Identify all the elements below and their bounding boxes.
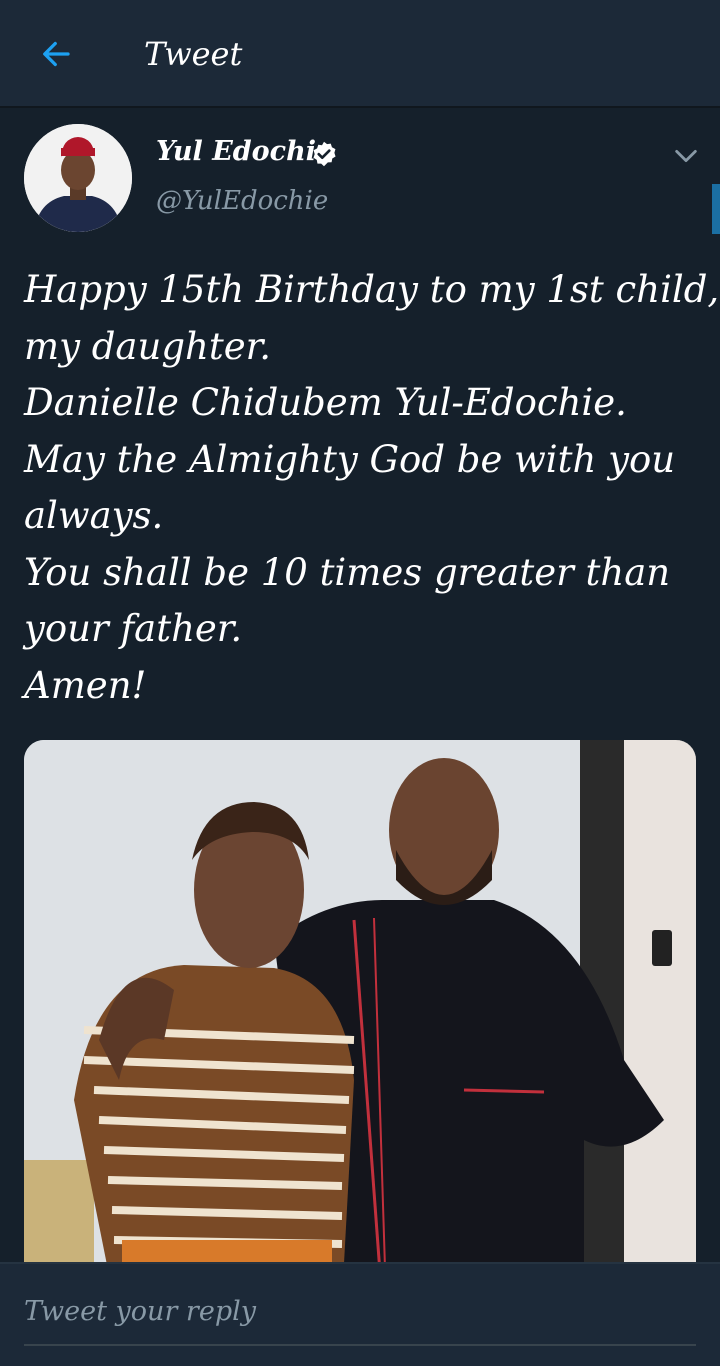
tweet-text: Happy 15th Birthday to my 1st child, my … bbox=[24, 262, 720, 714]
tweet-text-line: May the Almighty God be with you bbox=[24, 437, 676, 481]
reply-input[interactable]: Tweet your reply bbox=[24, 1284, 696, 1340]
tweet-text-line: Danielle Chidubem Yul-Edochie. bbox=[24, 381, 627, 424]
tweet-text-line: always. bbox=[24, 494, 164, 537]
author-handle[interactable]: @YulEdochie bbox=[156, 186, 328, 216]
tweet-photo[interactable] bbox=[24, 740, 696, 1300]
tweet-text-line: Amen! bbox=[24, 663, 147, 707]
tweet-text-line: my daughter. bbox=[24, 324, 271, 368]
page-title: Tweet bbox=[144, 35, 243, 73]
tweet-text-line: your father. bbox=[24, 607, 243, 650]
verified-badge-icon bbox=[313, 141, 336, 167]
reply-input-underline bbox=[24, 1344, 696, 1346]
tweet-text-line: Happy 15th Birthday to my 1st child, bbox=[24, 268, 720, 311]
author-name[interactable]: Yul Edochie bbox=[156, 136, 333, 167]
scroll-indicator bbox=[712, 184, 720, 234]
top-bar: Tweet bbox=[0, 0, 720, 106]
back-button[interactable] bbox=[34, 32, 78, 76]
tweet-text-line: You shall be 10 times greater than bbox=[24, 550, 671, 594]
chevron-down-icon[interactable] bbox=[672, 142, 700, 170]
arrow-left-icon bbox=[43, 41, 70, 67]
avatar[interactable] bbox=[24, 124, 132, 232]
header-divider bbox=[0, 106, 720, 108]
